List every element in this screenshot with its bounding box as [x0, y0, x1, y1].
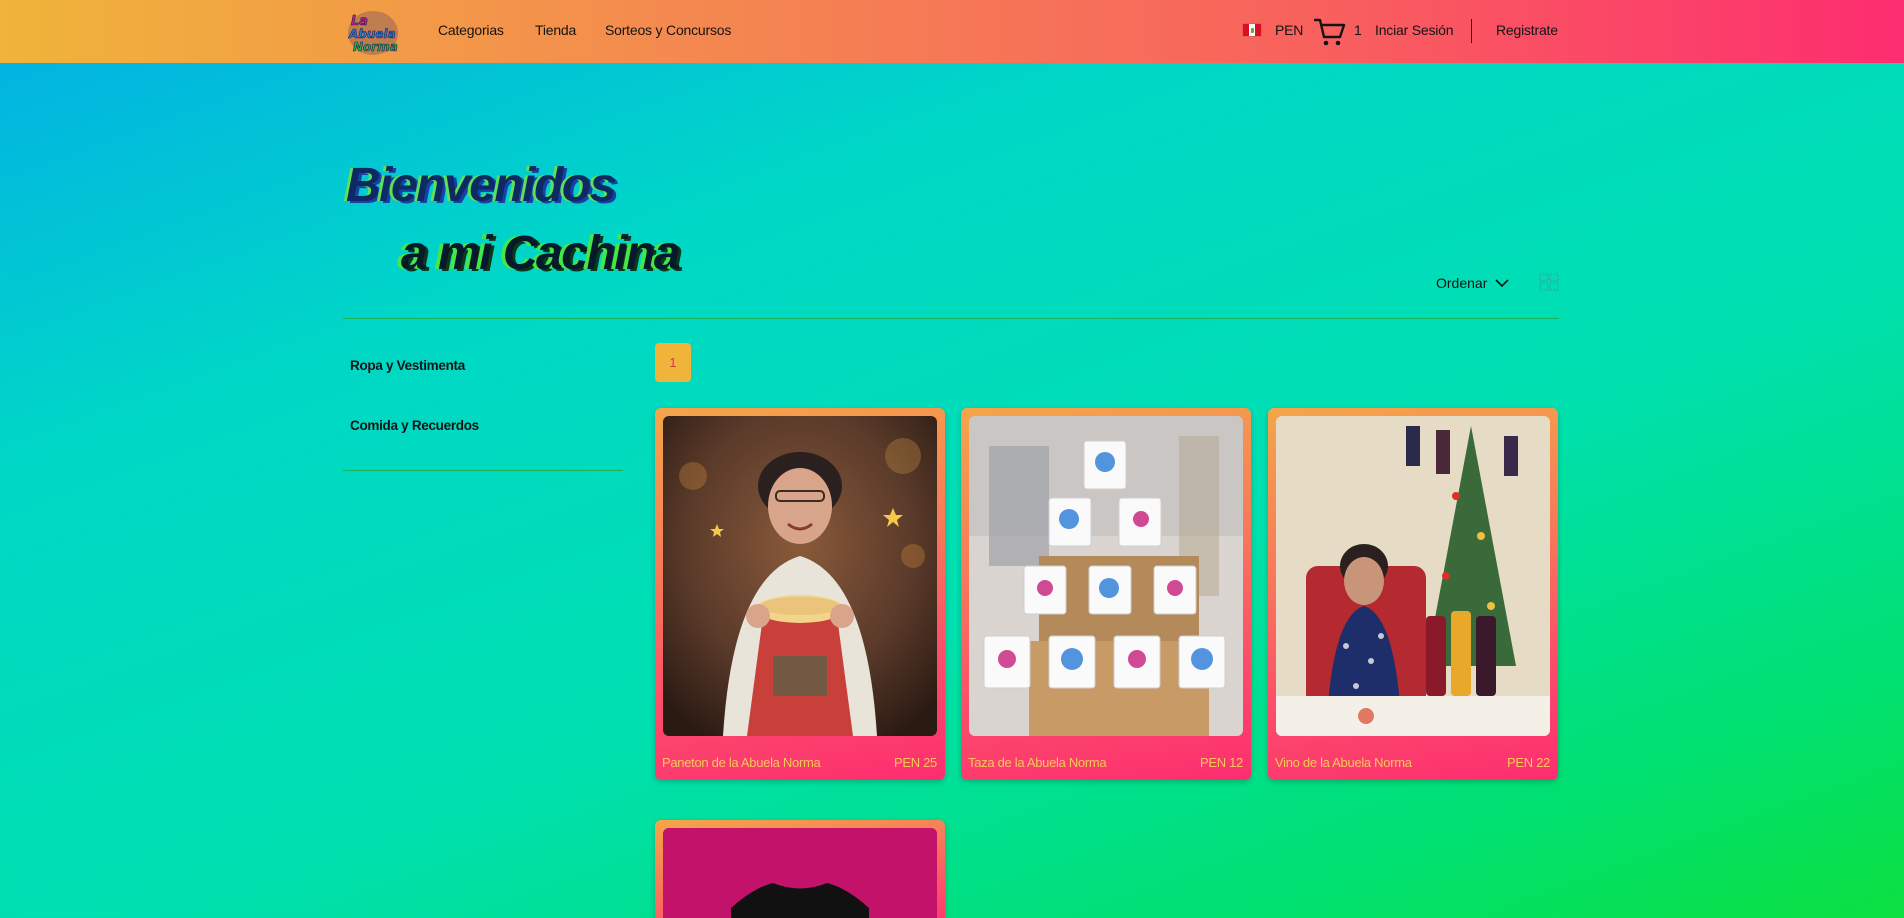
- cart-icon[interactable]: [1314, 17, 1346, 47]
- product-price: PEN 22: [1506, 755, 1550, 770]
- hero-title-line1: Bienvenidos: [346, 159, 616, 212]
- product-card-ropa[interactable]: [655, 820, 945, 918]
- cart-count[interactable]: 1: [1354, 22, 1362, 38]
- content-divider: [343, 318, 1559, 319]
- nav-sorteos-concursos[interactable]: Sorteos y Concursos: [605, 22, 731, 38]
- peru-flag-icon[interactable]: [1242, 23, 1262, 37]
- product-price: PEN 12: [1199, 755, 1243, 770]
- product-image-ropa[interactable]: [663, 828, 937, 918]
- product-image-taza[interactable]: [969, 416, 1243, 736]
- sidebar-divider: [343, 470, 623, 471]
- sidebar-item-comida-recuerdos[interactable]: Comida y Recuerdos: [350, 418, 479, 433]
- currency-selector[interactable]: PEN: [1275, 22, 1303, 38]
- svg-text:Norma: Norma: [353, 40, 398, 54]
- svg-text:Abuela: Abuela: [348, 27, 396, 41]
- product-image-vino[interactable]: [1276, 416, 1550, 736]
- product-name[interactable]: Paneton de la Abuela Norma: [662, 755, 821, 770]
- product-image-paneton[interactable]: [663, 416, 937, 736]
- chevron-down-icon: [1495, 279, 1509, 288]
- sort-dropdown[interactable]: Ordenar: [1436, 275, 1509, 291]
- nav-tienda[interactable]: Tienda: [535, 22, 576, 38]
- product-price: PEN 25: [893, 755, 937, 770]
- top-navigation-bar: La Abuela Norma Categorias Tienda Sorteo…: [0, 0, 1904, 63]
- sidebar-item-ropa-vestimenta[interactable]: Ropa y Vestimenta: [350, 358, 465, 373]
- nav-categorias[interactable]: Categorias: [438, 22, 504, 38]
- product-name[interactable]: Vino de la Abuela Norma: [1275, 755, 1412, 770]
- sort-label: Ordenar: [1436, 275, 1488, 291]
- product-card-taza[interactable]: Taza de la Abuela Norma PEN 12: [961, 408, 1251, 780]
- hero-title-line2: a mi Cachina: [401, 227, 681, 280]
- product-card-paneton[interactable]: Paneton de la Abuela Norma PEN 25: [655, 408, 945, 780]
- header-divider: [1471, 19, 1472, 43]
- product-name[interactable]: Taza de la Abuela Norma: [968, 755, 1107, 770]
- product-card-vino[interactable]: Vino de la Abuela Norma PEN 22: [1268, 408, 1558, 780]
- pagination-page-button[interactable]: 1: [655, 343, 691, 382]
- grid-view-icon[interactable]: [1539, 273, 1559, 291]
- register-link[interactable]: Registrate: [1496, 22, 1558, 38]
- brand-logo[interactable]: La Abuela Norma: [345, 5, 401, 59]
- login-link[interactable]: Inciar Sesión: [1375, 22, 1454, 38]
